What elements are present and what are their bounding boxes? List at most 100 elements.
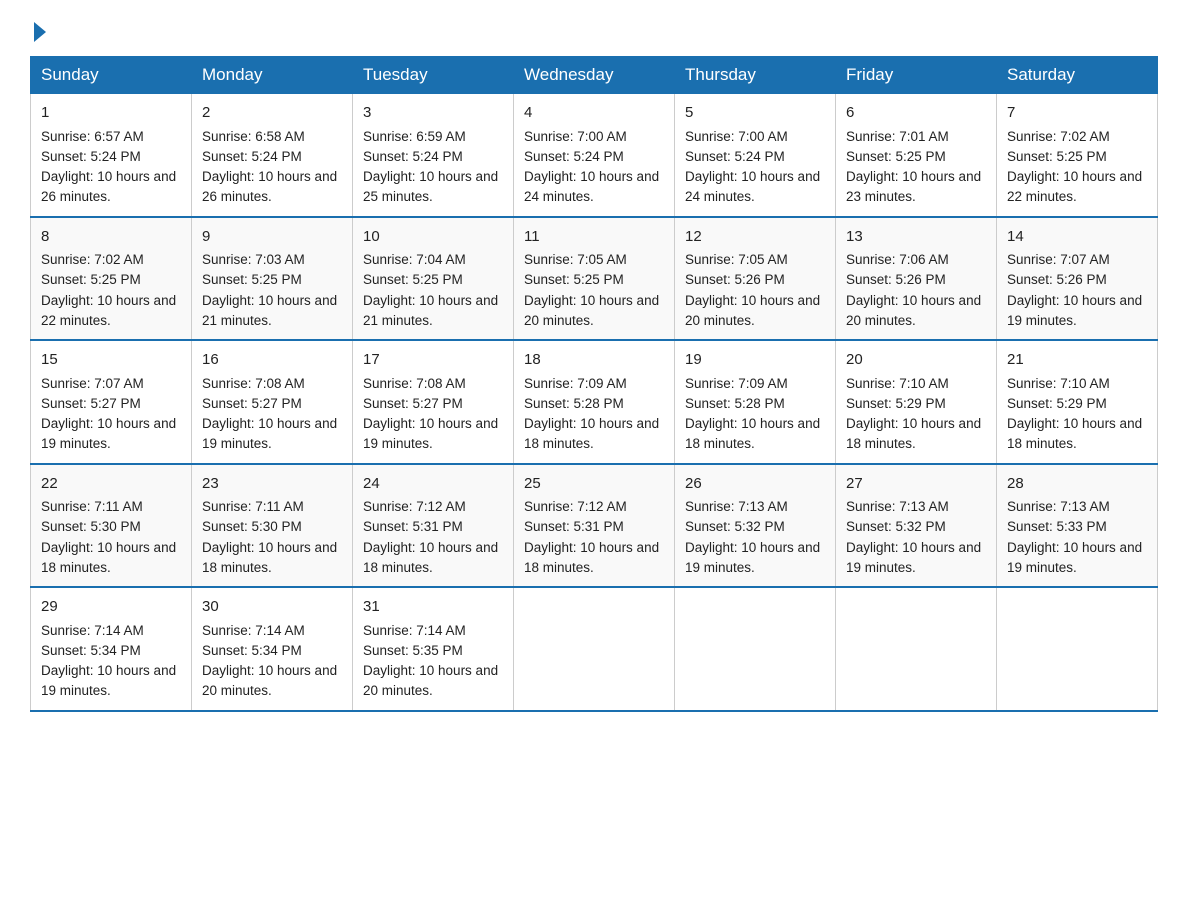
daylight-text: Daylight: 10 hours and 18 minutes. <box>363 540 498 575</box>
sunrise-text: Sunrise: 7:13 AM <box>846 499 949 514</box>
sunrise-text: Sunrise: 7:09 AM <box>685 376 788 391</box>
calendar-cell: 21 Sunrise: 7:10 AM Sunset: 5:29 PM Dayligh… <box>997 340 1158 464</box>
calendar-header-row: SundayMondayTuesdayWednesdayThursdayFrid… <box>31 57 1158 94</box>
sunset-text: Sunset: 5:30 PM <box>41 519 141 534</box>
sunset-text: Sunset: 5:32 PM <box>846 519 946 534</box>
page-header <box>30 20 1158 38</box>
daylight-text: Daylight: 10 hours and 22 minutes. <box>1007 169 1142 204</box>
calendar-cell: 13Sunrise: 7:06 AMSunset: 5:26 PMDayligh… <box>836 217 997 341</box>
daylight-text: Daylight: 10 hours and 18 minutes. <box>1007 416 1142 451</box>
daylight-text: Daylight: 10 hours and 19 minutes. <box>1007 540 1142 575</box>
daylight-text: Daylight: 10 hours and 18 minutes. <box>685 416 820 451</box>
daylight-text: Daylight: 10 hours and 20 minutes. <box>524 293 659 328</box>
sunrise-text: Sunrise: 7:08 AM <box>202 376 305 391</box>
sunset-text: Sunset: 5:24 PM <box>41 149 141 164</box>
sunset-text: Sunset: 5:25 PM <box>41 272 141 287</box>
sunset-text: Sunset: 5:30 PM <box>202 519 302 534</box>
sunrise-text: Sunrise: 7:11 AM <box>202 499 304 514</box>
daylight-text: Daylight: 10 hours and 19 minutes. <box>846 540 981 575</box>
sunset-text: Sunset: 5:28 PM <box>524 396 624 411</box>
daylight-text: Daylight: 10 hours and 24 minutes. <box>685 169 820 204</box>
calendar-cell: 17Sunrise: 7:08 AMSunset: 5:27 PMDayligh… <box>353 340 514 464</box>
sunset-text: Sunset: 5:34 PM <box>202 643 302 658</box>
day-header-friday: Friday <box>836 57 997 94</box>
day-number: 27 <box>846 473 986 496</box>
day-number: 15 <box>41 349 181 372</box>
calendar-cell <box>836 587 997 711</box>
daylight-text: Daylight: 10 hours and 18 minutes. <box>524 540 659 575</box>
sunrise-text: Sunrise: 7:14 AM <box>363 623 466 638</box>
daylight-text: Daylight: 10 hours and 18 minutes. <box>41 540 176 575</box>
day-number: 1 <box>41 102 181 125</box>
sunset-text: Sunset: 5:35 PM <box>363 643 463 658</box>
sunset-text: Sunset: 5:25 PM <box>846 149 946 164</box>
calendar-cell: 20Sunrise: 7:10 AMSunset: 5:29 PMDayligh… <box>836 340 997 464</box>
day-number: 4 <box>524 102 664 125</box>
day-number: 13 <box>846 226 986 249</box>
calendar-week-row: 22 Sunrise: 7:11 AM Sunset: 5:30 PM Dayligh… <box>31 464 1158 588</box>
sunset-text: Sunset: 5:24 PM <box>685 149 785 164</box>
daylight-text: Daylight: 10 hours and 19 minutes. <box>1007 293 1142 328</box>
sunrise-text: Sunrise: 7:08 AM <box>363 376 466 391</box>
day-number: 22 <box>41 473 181 496</box>
daylight-text: Daylight: 10 hours and 20 minutes. <box>685 293 820 328</box>
day-number: 30 <box>202 596 342 619</box>
day-number: 21 <box>1007 349 1147 372</box>
daylight-text: Daylight: 10 hours and 21 minutes. <box>202 293 337 328</box>
sunrise-text: Sunrise: 7:04 AM <box>363 252 466 267</box>
calendar-cell: 26Sunrise: 7:13 AMSunset: 5:32 PMDayligh… <box>675 464 836 588</box>
sunset-text: Sunset: 5:24 PM <box>524 149 624 164</box>
sunset-text: Sunset: 5:28 PM <box>685 396 785 411</box>
calendar-cell: 30Sunrise: 7:14 AMSunset: 5:34 PMDayligh… <box>192 587 353 711</box>
calendar-cell: 29Sunrise: 7:14 AMSunset: 5:34 PMDayligh… <box>31 587 192 711</box>
sunset-text: Sunset: 5:34 PM <box>41 643 141 658</box>
sunset-text: Sunset: 5:25 PM <box>202 272 302 287</box>
calendar-cell: 28Sunrise: 7:13 AMSunset: 5:33 PMDayligh… <box>997 464 1158 588</box>
day-header-saturday: Saturday <box>997 57 1158 94</box>
day-number: 19 <box>685 349 825 372</box>
sunset-text: Sunset: 5:32 PM <box>685 519 785 534</box>
sunrise-text: Sunrise: 7:02 AM <box>1007 129 1110 144</box>
sunrise-text: Sunrise: 7:14 AM <box>41 623 144 638</box>
day-number: 7 <box>1007 102 1147 125</box>
calendar-cell: 22Sunrise: 7:11 AMSunset: 5:30 PMDayligh… <box>31 464 192 588</box>
day-header-tuesday: Tuesday <box>353 57 514 94</box>
calendar-cell: 7 Sunrise: 7:02 AM Sunset: 5:25 PM Daylight… <box>997 94 1158 217</box>
day-number: 9 <box>202 226 342 249</box>
daylight-text: Daylight: 10 hours and 18 minutes. <box>846 416 981 451</box>
sunrise-text: Sunrise: 7:13 AM <box>685 499 788 514</box>
daylight-text: Daylight: 10 hours and 19 minutes. <box>202 416 337 451</box>
calendar-cell: 14Sunrise: 7:07 AMSunset: 5:26 PMDayligh… <box>997 217 1158 341</box>
calendar-cell: 12Sunrise: 7:05 AMSunset: 5:26 PMDayligh… <box>675 217 836 341</box>
calendar-cell: 9 Sunrise: 7:03 AM Sunset: 5:25 PM Daylight… <box>192 217 353 341</box>
sunrise-text: Sunrise: 7:03 AM <box>202 252 305 267</box>
day-number: 26 <box>685 473 825 496</box>
day-number: 28 <box>1007 473 1147 496</box>
sunset-text: Sunset: 5:29 PM <box>846 396 946 411</box>
calendar-cell: 1Sunrise: 6:57 AMSunset: 5:24 PMDaylight… <box>31 94 192 217</box>
day-number: 6 <box>846 102 986 125</box>
daylight-text: Daylight: 10 hours and 24 minutes. <box>524 169 659 204</box>
day-number: 18 <box>524 349 664 372</box>
sunrise-text: Sunrise: 7:13 AM <box>1007 499 1110 514</box>
calendar-cell: 2Sunrise: 6:58 AMSunset: 5:24 PMDaylight… <box>192 94 353 217</box>
daylight-text: Daylight: 10 hours and 23 minutes. <box>846 169 981 204</box>
calendar-week-row: 8Sunrise: 7:02 AMSunset: 5:25 PMDaylight… <box>31 217 1158 341</box>
sunrise-text: Sunrise: 7:12 AM <box>524 499 627 514</box>
day-number: 31 <box>363 596 503 619</box>
daylight-text: Daylight: 10 hours and 22 minutes. <box>41 293 176 328</box>
calendar-cell <box>997 587 1158 711</box>
sunrise-text: Sunrise: 7:06 AM <box>846 252 949 267</box>
sunset-text: Sunset: 5:31 PM <box>524 519 624 534</box>
sunrise-text: Sunrise: 7:10 AM <box>1007 376 1110 391</box>
day-number: 10 <box>363 226 503 249</box>
daylight-text: Daylight: 10 hours and 18 minutes. <box>202 540 337 575</box>
daylight-text: Daylight: 10 hours and 19 minutes. <box>363 416 498 451</box>
day-number: 25 <box>524 473 664 496</box>
calendar-week-row: 15Sunrise: 7:07 AMSunset: 5:27 PMDayligh… <box>31 340 1158 464</box>
day-number: 16 <box>202 349 342 372</box>
sunrise-text: Sunrise: 7:09 AM <box>524 376 627 391</box>
logo-arrow-icon <box>34 22 46 42</box>
sunset-text: Sunset: 5:25 PM <box>1007 149 1107 164</box>
sunset-text: Sunset: 5:29 PM <box>1007 396 1107 411</box>
